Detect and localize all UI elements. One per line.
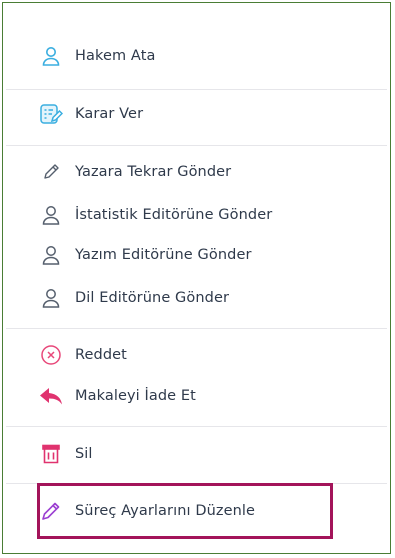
menu-item-sil[interactable]: Sil (37, 439, 93, 469)
menu-item-label: Yazım Editörüne Gönder (75, 247, 252, 263)
menu-item-reddet[interactable]: Reddet (37, 340, 127, 370)
menu-item-label: Sil (75, 446, 93, 462)
menu-item-yazara-tekrar-gonder[interactable]: Yazara Tekrar Gönder (37, 157, 231, 187)
selection-highlight (37, 483, 333, 539)
user-icon (37, 284, 65, 312)
divider (6, 89, 387, 90)
close-circle-icon (37, 341, 65, 369)
action-menu: Hakem Ata Karar Ver Yazara Tekrar Gönder… (2, 2, 391, 554)
pencil-icon (37, 158, 65, 186)
menu-item-dil-editorune-gonder[interactable]: Dil Editörüne Gönder (37, 283, 229, 313)
menu-item-yazim-editorune-gonder[interactable]: Yazım Editörüne Gönder (37, 240, 252, 270)
menu-item-label: Reddet (75, 347, 127, 363)
user-icon (37, 42, 65, 70)
divider (6, 426, 387, 427)
menu-item-makaleyi-iade-et[interactable]: Makaleyi İade Et (37, 381, 196, 411)
reply-arrow-icon (37, 382, 65, 410)
form-edit-icon (37, 100, 65, 128)
divider (6, 145, 387, 146)
user-icon (37, 201, 65, 229)
menu-item-hakem-ata[interactable]: Hakem Ata (37, 41, 155, 71)
divider (6, 328, 387, 329)
user-icon (37, 241, 65, 269)
trash-icon (37, 440, 65, 468)
menu-item-istatistik-editorune-gonder[interactable]: İstatistik Editörüne Gönder (37, 200, 272, 230)
menu-item-label: Yazara Tekrar Gönder (75, 164, 232, 180)
menu-item-label: Karar Ver (75, 106, 144, 122)
menu-item-label: Makaleyi İade Et (75, 388, 196, 404)
menu-item-label: İstatistik Editörüne Gönder (75, 207, 273, 223)
menu-item-label: Dil Editörüne Gönder (75, 290, 230, 306)
menu-item-karar-ver[interactable]: Karar Ver (37, 99, 143, 129)
menu-item-label: Hakem Ata (75, 48, 156, 64)
